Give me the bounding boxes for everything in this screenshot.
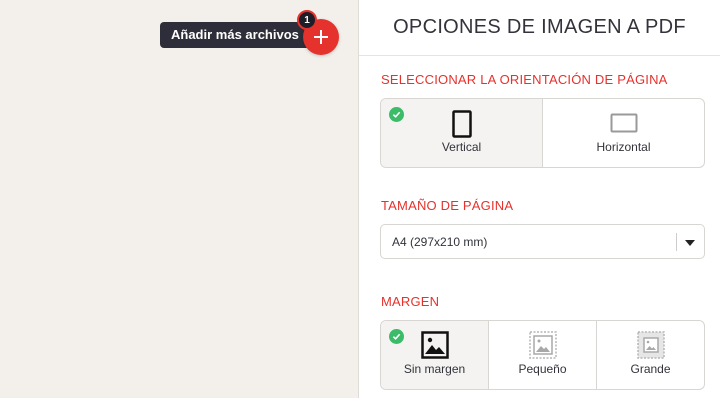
orientation-vertical-label: Vertical bbox=[441, 140, 482, 154]
margin-large-label: Grande bbox=[630, 362, 671, 376]
orientation-vertical-option[interactable]: Vertical bbox=[381, 99, 542, 167]
add-files-tooltip: Añadir más archivos bbox=[160, 22, 316, 48]
margin-label: MARGEN bbox=[381, 294, 440, 309]
check-icon bbox=[389, 329, 404, 344]
large-margin-image-icon bbox=[636, 331, 665, 359]
no-margin-image-icon bbox=[420, 331, 449, 359]
margin-none-label: Sin margen bbox=[403, 362, 466, 376]
page-size-select[interactable]: A4 (297x210 mm) bbox=[380, 224, 705, 259]
page-size-value: A4 (297x210 mm) bbox=[392, 234, 488, 249]
orientation-options: Vertical Horizontal bbox=[380, 98, 705, 168]
page-size-label: TAMAÑO DE PÁGINA bbox=[381, 198, 514, 213]
chevron-down-icon bbox=[685, 240, 695, 246]
file-count-badge: 1 bbox=[297, 10, 317, 30]
file-area: Añadir más archivos 1 bbox=[0, 0, 358, 398]
options-panel: OPCIONES DE IMAGEN A PDF SELECCIONAR LA … bbox=[358, 0, 720, 398]
margin-options: Sin margen Pequeño Grande bbox=[380, 320, 705, 390]
select-divider bbox=[676, 233, 677, 251]
margin-none-option[interactable]: Sin margen bbox=[381, 321, 488, 389]
small-margin-image-icon bbox=[528, 331, 557, 359]
landscape-page-icon bbox=[610, 113, 637, 133]
panel-title: OPCIONES DE IMAGEN A PDF bbox=[393, 16, 686, 38]
margin-small-option[interactable]: Pequeño bbox=[488, 321, 596, 389]
orientation-label: SELECCIONAR LA ORIENTACIÓN DE PÁGINA bbox=[381, 72, 668, 87]
plus-icon bbox=[314, 30, 328, 44]
orientation-horizontal-label: Horizontal bbox=[596, 140, 651, 154]
portrait-page-icon bbox=[451, 110, 472, 138]
check-icon bbox=[389, 107, 404, 122]
margin-large-option[interactable]: Grande bbox=[596, 321, 704, 389]
margin-small-label: Pequeño bbox=[518, 362, 567, 376]
panel-header: OPCIONES DE IMAGEN A PDF bbox=[359, 0, 720, 56]
orientation-horizontal-option[interactable]: Horizontal bbox=[542, 99, 704, 167]
